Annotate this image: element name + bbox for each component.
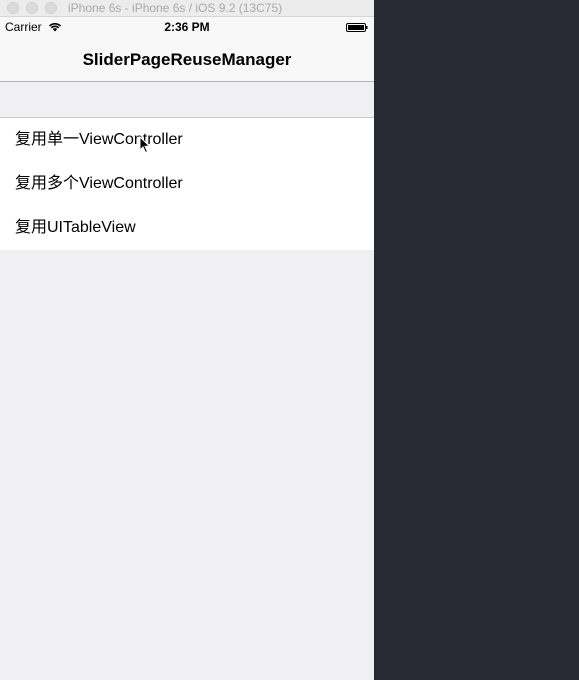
navigation-bar: SliderPageReuseManager [0, 37, 374, 82]
status-time: 2:36 PM [164, 20, 210, 34]
window-titlebar: iPhone 6s - iPhone 6s / iOS 9.2 (13C75) [0, 0, 374, 17]
table-row-reuse-tableview[interactable]: 复用UITableView [0, 206, 374, 250]
simulator-window: iPhone 6s - iPhone 6s / iOS 9.2 (13C75) … [0, 0, 374, 680]
options-table: 复用单一ViewController 复用多个ViewController 复用… [0, 117, 374, 250]
nav-title: SliderPageReuseManager [82, 50, 292, 69]
close-window-button[interactable] [7, 2, 19, 14]
battery-icon [346, 23, 368, 32]
table-row-reuse-multiple-vc[interactable]: 复用多个ViewController [0, 162, 374, 206]
mouse-cursor-icon [139, 136, 151, 154]
window-title: iPhone 6s - iPhone 6s / iOS 9.2 (13C75) [68, 1, 283, 15]
status-bar: Carrier 2:36 PM [0, 17, 374, 37]
zoom-window-button[interactable] [45, 2, 57, 14]
desktop-background [374, 0, 579, 680]
minimize-window-button[interactable] [26, 2, 38, 14]
table-row-reuse-single-vc[interactable]: 复用单一ViewController [0, 118, 374, 162]
